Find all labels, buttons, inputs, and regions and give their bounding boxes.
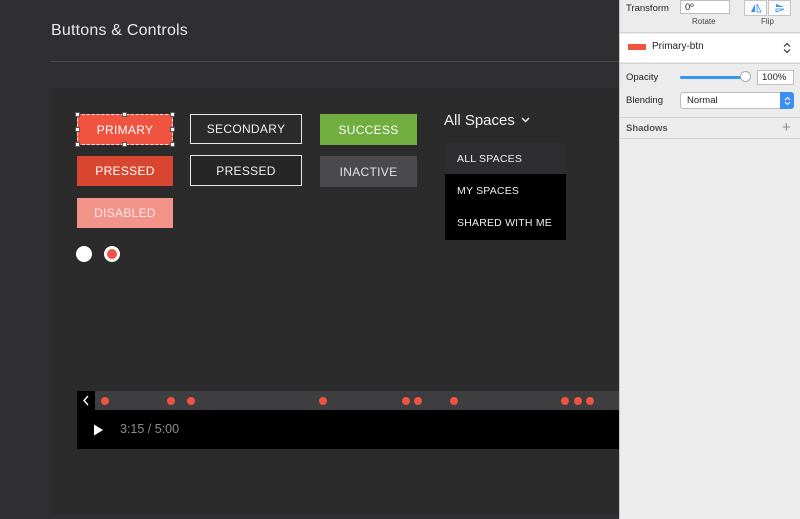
secondary-button[interactable]: SECONDARY bbox=[190, 114, 302, 144]
add-shadow-button[interactable]: + bbox=[782, 120, 791, 135]
inactive-button[interactable]: INACTIVE bbox=[320, 156, 417, 187]
resize-handle-top[interactable] bbox=[122, 112, 127, 117]
secondary-pressed-button[interactable]: PRESSED bbox=[190, 155, 302, 186]
resize-handle-left[interactable] bbox=[75, 127, 80, 132]
primary-pressed-button[interactable]: PRESSED bbox=[77, 156, 173, 186]
divider bbox=[620, 138, 800, 139]
transform-label: Transform bbox=[626, 3, 669, 14]
radio-dot bbox=[107, 249, 117, 259]
opacity-slider-knob[interactable] bbox=[740, 71, 751, 82]
flip-label: Flip bbox=[761, 17, 774, 26]
shadows-header: Shadows bbox=[626, 123, 668, 134]
timeline-marker[interactable] bbox=[561, 397, 569, 405]
divider bbox=[620, 32, 800, 33]
dropdown-label: All Spaces bbox=[444, 111, 515, 129]
opacity-slider-fill bbox=[680, 76, 746, 79]
updown-chevron-icon bbox=[784, 96, 790, 105]
dropdown-item-shared-with-me[interactable]: SHARED WITH ME bbox=[445, 207, 566, 238]
updown-chevron-icon bbox=[783, 42, 791, 54]
blending-select[interactable]: Normal bbox=[680, 92, 794, 109]
timeline-marker[interactable] bbox=[402, 397, 410, 405]
divider bbox=[620, 117, 800, 118]
symbol-swatch bbox=[628, 44, 646, 50]
symbol-name: Primary-btn bbox=[652, 41, 704, 52]
opacity-label: Opacity bbox=[626, 72, 659, 83]
primary-button[interactable]: PRIMARY bbox=[77, 114, 173, 145]
playback-time: 3:15 / 5:00 bbox=[120, 422, 180, 436]
play-button[interactable] bbox=[91, 423, 105, 437]
rotate-field[interactable]: 0º bbox=[680, 0, 730, 14]
chevron-down-icon bbox=[521, 117, 530, 123]
dropdown-item-all-spaces[interactable]: ALL SPACES bbox=[445, 143, 566, 174]
timeline-marker[interactable] bbox=[586, 397, 594, 405]
timeline-back-button[interactable] bbox=[77, 391, 95, 410]
timeline-marker[interactable] bbox=[101, 397, 109, 405]
timeline-marker[interactable] bbox=[414, 397, 422, 405]
radio-unchecked[interactable] bbox=[76, 246, 92, 262]
timeline-marker[interactable] bbox=[574, 397, 582, 405]
spaces-dropdown[interactable]: All Spaces bbox=[444, 110, 530, 130]
resize-handle-top-right[interactable] bbox=[170, 112, 175, 117]
resize-handle-bottom[interactable] bbox=[122, 142, 127, 147]
divider bbox=[620, 63, 800, 64]
dropdown-menu: ALL SPACES MY SPACES SHARED WITH ME bbox=[445, 143, 566, 240]
timeline-marker[interactable] bbox=[319, 397, 327, 405]
flip-vertical-button[interactable] bbox=[768, 0, 791, 16]
flip-vertical-icon bbox=[775, 4, 784, 13]
opacity-slider[interactable] bbox=[680, 76, 746, 79]
timeline-track[interactable] bbox=[77, 391, 619, 410]
resize-handle-top-left[interactable] bbox=[75, 112, 80, 117]
timeline-marker[interactable] bbox=[167, 397, 175, 405]
flip-horizontal-button[interactable] bbox=[744, 0, 767, 16]
select-arrows bbox=[780, 92, 794, 109]
inspector-panel: Transform 0º Rotate Flip Primary-btn Opa… bbox=[619, 0, 800, 519]
timeline-marker[interactable] bbox=[187, 397, 195, 405]
resize-handle-bottom-right[interactable] bbox=[170, 142, 175, 147]
dropdown-item-my-spaces[interactable]: MY SPACES bbox=[445, 175, 566, 206]
title-divider bbox=[51, 61, 619, 62]
blending-label: Blending bbox=[626, 95, 663, 106]
primary-disabled-button: DISABLED bbox=[77, 198, 173, 228]
success-button[interactable]: SUCCESS bbox=[320, 114, 417, 145]
play-icon bbox=[94, 424, 103, 436]
flip-horizontal-icon bbox=[750, 3, 762, 13]
rotate-label: Rotate bbox=[692, 17, 716, 26]
resize-handle-bottom-left[interactable] bbox=[75, 142, 80, 147]
resize-handle-right[interactable] bbox=[170, 127, 175, 132]
blending-value: Normal bbox=[687, 95, 718, 106]
radio-checked[interactable] bbox=[104, 246, 120, 262]
opacity-field[interactable]: 100% bbox=[757, 70, 794, 85]
timeline-marker[interactable] bbox=[450, 397, 458, 405]
page-title: Buttons & Controls bbox=[51, 22, 188, 39]
symbol-selector[interactable]: Primary-btn bbox=[620, 34, 800, 62]
design-canvas: Buttons & Controls PRIMARY PRESSED DISAB… bbox=[0, 0, 619, 519]
chevron-left-icon bbox=[83, 395, 89, 406]
